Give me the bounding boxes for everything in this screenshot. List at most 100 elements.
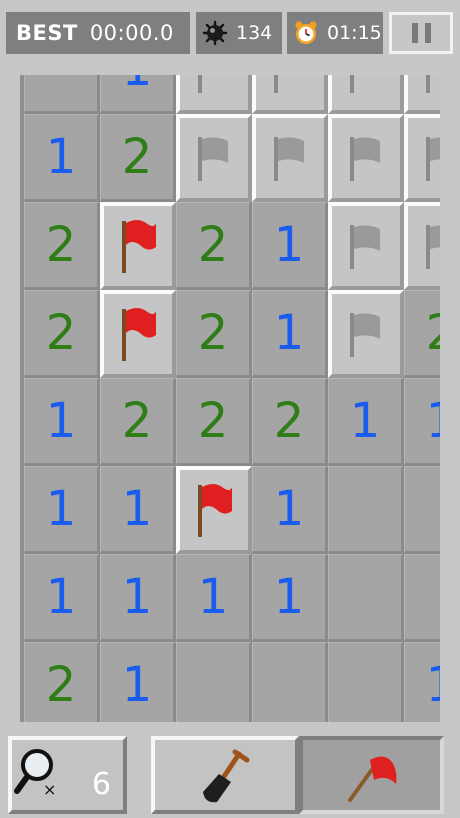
mines-counter: 134: [196, 12, 282, 54]
board-cell[interactable]: [176, 114, 252, 202]
board-cell[interactable]: 2: [176, 378, 252, 466]
board-cell[interactable]: 1: [100, 554, 176, 642]
board-cell[interactable]: 2: [100, 114, 176, 202]
board-cell[interactable]: [100, 202, 176, 290]
top-bar: BEST 00:00.0 134 01:15: [0, 0, 460, 68]
cell-number: 2: [45, 305, 77, 361]
board-cell[interactable]: 2: [176, 202, 252, 290]
cell-number: 2: [121, 129, 153, 185]
grey-flag-icon: [274, 137, 304, 181]
board-cell[interactable]: [328, 75, 404, 114]
cell-number: 2: [197, 305, 229, 361]
pause-button[interactable]: [389, 12, 453, 54]
bottom-toolbar: × 6: [0, 722, 460, 818]
board-cell[interactable]: 1: [100, 75, 176, 114]
board-cell[interactable]: 1: [176, 554, 252, 642]
board-cell[interactable]: 1: [100, 642, 176, 722]
board-cell[interactable]: 1: [252, 554, 328, 642]
board-cell[interactable]: 1: [328, 378, 404, 466]
red-flag-icon: [198, 484, 232, 537]
cell-number: 1: [45, 393, 77, 449]
timer-value: 01:15: [327, 22, 382, 44]
board-cell[interactable]: 2: [404, 290, 440, 378]
cell-number: 1: [273, 305, 305, 361]
hint-button[interactable]: × 6: [8, 736, 127, 814]
board-cell[interactable]: [328, 202, 404, 290]
board-cell[interactable]: 1: [24, 466, 100, 554]
board-cell[interactable]: 1: [404, 378, 440, 466]
cell-number: 2: [45, 657, 77, 713]
board-cell[interactable]: [252, 75, 328, 114]
board-cell[interactable]: 1: [24, 378, 100, 466]
cell-number: 1: [273, 217, 305, 273]
cell-number: 2: [121, 393, 153, 449]
board-cell[interactable]: [176, 75, 252, 114]
board-cell[interactable]: [176, 642, 252, 722]
pause-icon-bar: [424, 23, 431, 43]
cell-number: 1: [101, 75, 173, 111]
board-cell[interactable]: 2: [100, 378, 176, 466]
grey-flag-icon: [426, 137, 440, 181]
cell-number: 1: [349, 393, 381, 449]
flag-icon: [347, 756, 396, 802]
cell-number: 1: [121, 481, 153, 537]
cell-number: 2: [45, 217, 77, 273]
board-cell[interactable]: 2: [24, 202, 100, 290]
red-flag-icon: [122, 308, 156, 361]
grey-flag-icon: [350, 137, 380, 181]
hint-count: 6: [91, 767, 111, 802]
magnifier-icon: ×: [14, 749, 56, 799]
board-cell[interactable]: [176, 466, 252, 554]
cell-number: 2: [197, 217, 229, 273]
shovel-icon: [203, 749, 250, 803]
board-cell[interactable]: [328, 466, 404, 554]
grey-flag-icon: [350, 225, 380, 269]
flag-tool-button[interactable]: [299, 736, 444, 814]
board-cell[interactable]: [328, 642, 404, 722]
board-cell[interactable]: 1: [24, 114, 100, 202]
board-cell[interactable]: [404, 75, 440, 114]
grey-flag-icon: [274, 75, 278, 93]
svg-text:×: ×: [43, 780, 56, 799]
board-cell[interactable]: 1: [252, 202, 328, 290]
board-cell[interactable]: [24, 75, 100, 114]
mines-remaining: 134: [236, 22, 273, 44]
board-cell[interactable]: 2: [176, 290, 252, 378]
board-cell[interactable]: 1: [404, 642, 440, 722]
board-cell[interactable]: [328, 554, 404, 642]
grey-flag-icon: [350, 75, 354, 93]
cell-number: 2: [273, 393, 305, 449]
board-cell[interactable]: [328, 290, 404, 378]
board-cell[interactable]: [252, 642, 328, 722]
cell-number: 1: [405, 643, 440, 722]
board-cell[interactable]: 2: [252, 378, 328, 466]
mine-icon: [202, 20, 228, 46]
board-cell[interactable]: 1: [24, 554, 100, 642]
cell-number: 1: [273, 481, 305, 537]
board-cell[interactable]: [404, 114, 440, 202]
grey-flag-icon: [198, 137, 228, 181]
alarm-clock-icon: [293, 20, 319, 46]
board-cell[interactable]: 2: [24, 642, 100, 722]
board-cell[interactable]: [404, 554, 440, 642]
board-cell[interactable]: [252, 114, 328, 202]
pause-icon: [411, 23, 418, 43]
best-time: 00:00.0: [89, 21, 174, 45]
cell-number: 1: [197, 569, 229, 625]
board-cell[interactable]: 2: [24, 290, 100, 378]
cell-number: 1: [45, 129, 77, 185]
cell-number: 1: [121, 569, 153, 625]
board-cell[interactable]: [404, 202, 440, 290]
dig-tool-button[interactable]: [151, 736, 299, 814]
board-cell[interactable]: [328, 114, 404, 202]
board-cell[interactable]: 1: [252, 466, 328, 554]
board-cell[interactable]: [100, 290, 176, 378]
red-flag-icon: [122, 220, 156, 273]
board-cell[interactable]: 1: [252, 290, 328, 378]
board-cell[interactable]: 1: [100, 466, 176, 554]
game-timer: 01:15: [287, 12, 383, 54]
grey-flag-icon: [350, 313, 380, 357]
cell-number: 1: [45, 569, 77, 625]
best-time-box: BEST 00:00.0: [6, 12, 190, 54]
board-cell[interactable]: [404, 466, 440, 554]
